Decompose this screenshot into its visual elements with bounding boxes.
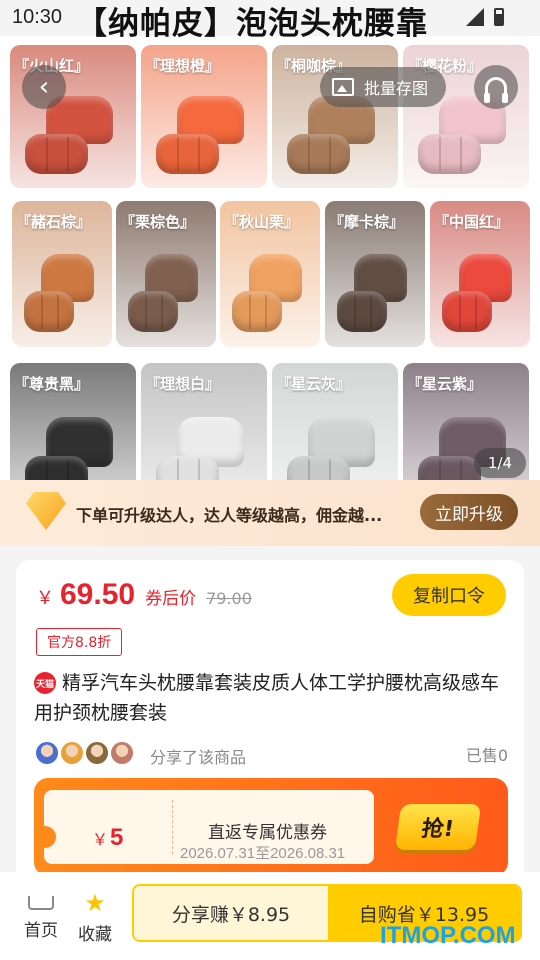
pillow-image xyxy=(24,253,100,333)
coupon-divider xyxy=(172,800,173,854)
tab-favorite-label: 收藏 xyxy=(78,925,112,945)
pillow-image xyxy=(287,417,383,482)
status-icons xyxy=(466,8,504,26)
tab-favorite[interactable]: ★ 收藏 xyxy=(68,889,122,945)
upgrade-button[interactable]: 立即升级 xyxy=(420,494,518,530)
discount-tag: 官方8.8折 xyxy=(36,628,123,656)
coupon-body: ￥5 直返专属优惠券 2026.07.31至2026.08.31 xyxy=(34,790,374,864)
page-title: 【纳帕皮】泡泡头枕腰靠 xyxy=(76,6,428,42)
avatar xyxy=(59,740,85,766)
avatar xyxy=(34,740,60,766)
gallery-tile-label: 『理想白』 xyxy=(145,375,221,393)
coupon-date-range: 2026.07.31至2026.08.31 xyxy=(180,845,346,862)
tab-home-label: 首页 xyxy=(24,921,58,941)
price-row: ￥ 69.50 券后价 79.00 xyxy=(36,578,252,612)
pillow-image xyxy=(232,253,308,333)
coupon-notch xyxy=(34,826,56,848)
after-coupon-label: 券后价 xyxy=(145,589,197,609)
gallery-tile-label: 『理想橙』 xyxy=(145,57,221,75)
original-price: 79.00 xyxy=(206,589,252,608)
pillow-image xyxy=(25,417,121,482)
pillow-image xyxy=(156,96,252,174)
image-icon xyxy=(332,78,354,96)
tab-home[interactable]: 首页 xyxy=(14,892,68,941)
customer-service-button[interactable] xyxy=(474,65,518,109)
coupon-card[interactable]: ￥5 直返专属优惠券 2026.07.31至2026.08.31 抢! xyxy=(34,778,508,876)
pillow-image xyxy=(287,96,383,174)
price-value: 69.50 xyxy=(60,578,136,611)
pillow-image xyxy=(442,253,518,333)
gallery-tile-label: 『摩卡棕』 xyxy=(329,213,405,231)
back-button[interactable]: ‹ xyxy=(22,65,66,109)
gallery-tile[interactable]: 『火山红』 xyxy=(10,45,136,188)
gallery-tile[interactable]: 『摩卡棕』 xyxy=(325,201,425,347)
gallery-tile[interactable]: 『理想白』 xyxy=(141,363,267,482)
gallery-tile-label: 『尊贵黑』 xyxy=(14,375,90,393)
product-title: 精孚汽车头枕腰靠套装皮质人体工学护腰枕高级感车用护颈枕腰套装 xyxy=(34,672,500,724)
coupon-currency: ￥ xyxy=(92,830,109,849)
pillow-image xyxy=(128,253,204,333)
gallery-tile[interactable]: 『赭石棕』 xyxy=(12,201,112,347)
battery-icon xyxy=(494,8,504,26)
coupon-title: 直返专属优惠券 xyxy=(208,823,327,843)
pillow-image xyxy=(337,253,413,333)
coupon-amount: ￥5 xyxy=(92,824,123,852)
grab-coupon-button[interactable]: 抢! xyxy=(394,804,482,850)
share-text: 分享了该商品 xyxy=(150,748,247,767)
gallery-tile[interactable]: 『理想橙』 xyxy=(141,45,267,188)
gallery-tile-label: 『中国红』 xyxy=(434,213,510,231)
gallery-tile-label: 『星云紫』 xyxy=(407,375,483,393)
coupon-amount-value: 5 xyxy=(110,824,124,851)
watermark: ITMOP.COM xyxy=(380,922,516,949)
share-earn-button[interactable]: 分享赚￥8.95 xyxy=(134,886,328,940)
upgrade-banner: 下单可升级达人，达人等级越高，佣金越... 立即升级 xyxy=(0,480,540,546)
gallery-tile-label: 『星云灰』 xyxy=(276,375,352,393)
batch-save-label: 批量存图 xyxy=(364,79,429,98)
gallery-tile[interactable]: 『栗棕色』 xyxy=(116,201,216,347)
sold-count: 已售0 xyxy=(465,746,508,765)
gallery-tile[interactable]: 『星云灰』 xyxy=(272,363,398,482)
batch-save-images-button[interactable]: 批量存图 xyxy=(320,67,446,107)
chevron-left-icon: ‹ xyxy=(38,72,50,102)
star-icon: ★ xyxy=(84,889,106,917)
product-gallery[interactable]: 『火山红』『理想橙』『桐咖棕』『樱花粉』『赭石棕』『栗棕色』『秋山栗』『摩卡棕』… xyxy=(0,36,540,482)
signal-icon xyxy=(466,8,484,26)
diamond-icon xyxy=(26,492,66,530)
headset-icon xyxy=(484,77,508,103)
gallery-tile-label: 『秋山栗』 xyxy=(224,213,300,231)
gallery-tile-label: 『栗棕色』 xyxy=(120,213,196,231)
gallery-tile[interactable]: 『中国红』 xyxy=(430,201,530,347)
avatar xyxy=(84,740,110,766)
status-time: 10:30 xyxy=(12,6,63,28)
gallery-tile-label: 『赭石棕』 xyxy=(16,213,92,231)
gallery-tile[interactable]: 『尊贵黑』 xyxy=(10,363,136,482)
sharer-avatars xyxy=(34,740,135,766)
upgrade-text: 下单可升级达人，达人等级越高，佣金越... xyxy=(76,506,383,525)
gallery-tile[interactable]: 『秋山栗』 xyxy=(220,201,320,347)
price-currency: ￥ xyxy=(36,588,54,609)
gallery-page-indicator: 1/4 xyxy=(474,448,526,478)
avatar xyxy=(109,740,135,766)
pillow-image xyxy=(156,417,252,482)
home-icon xyxy=(28,896,54,910)
copy-command-button[interactable]: 复制口令 xyxy=(392,574,506,616)
